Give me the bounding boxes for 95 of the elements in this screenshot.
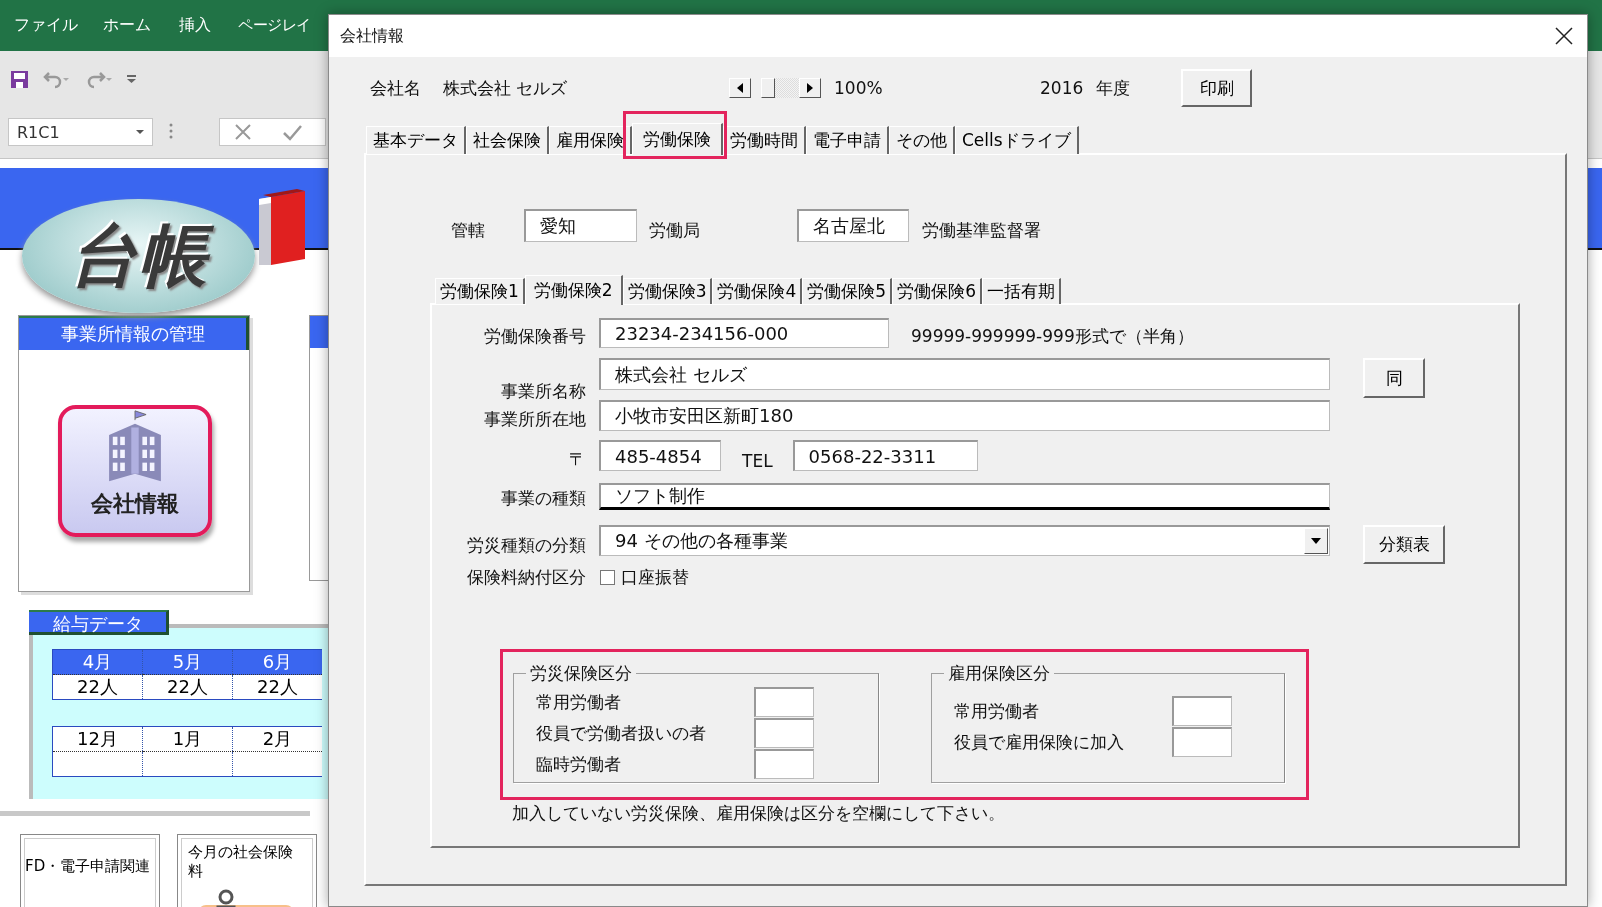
- field-label: 会社名: [370, 76, 422, 100]
- field-label: 事業所所在地: [483, 408, 587, 431]
- field-label: 労働保険番号: [483, 325, 587, 348]
- input-field[interactable]: 愛知: [524, 209, 637, 242]
- input-field[interactable]: [754, 718, 814, 748]
- input-field[interactable]: [754, 687, 814, 717]
- combo-box[interactable]: 94 その他の各種事業: [599, 525, 1330, 556]
- count-cell: 22人: [52, 674, 143, 700]
- field-label: 労災種類の分類: [466, 534, 587, 557]
- input-field[interactable]: 0568-22-3311: [792, 440, 978, 471]
- input-field[interactable]: [1172, 727, 1232, 757]
- panel-title: 事業所情報の管理: [19, 316, 249, 350]
- save-icon: [10, 69, 29, 89]
- dialog-title: 会社情報: [340, 25, 404, 47]
- card-label: 今月の社会保険料: [188, 843, 294, 881]
- checkbox[interactable]: [600, 570, 615, 585]
- field-label: 保険料納付区分: [466, 566, 587, 589]
- tab[interactable]: 労働保険4: [712, 278, 803, 304]
- field-label: 常用労働者: [536, 690, 622, 714]
- menu-tab[interactable]: ファイル: [14, 15, 103, 36]
- field-label: 事業所名称: [500, 380, 587, 403]
- input-field[interactable]: 23234-234156-000: [599, 318, 889, 348]
- month-cell: 6月: [232, 649, 322, 675]
- tab[interactable]: 基本データ: [366, 126, 466, 154]
- cancel-icon: [234, 123, 252, 141]
- input-field[interactable]: [754, 749, 814, 779]
- group-title: 雇用保険区分: [947, 662, 1051, 685]
- month-cell: 12月: [52, 726, 143, 752]
- input-field[interactable]: 株式会社 セルズ: [599, 358, 1330, 390]
- month-cell: 2月: [232, 726, 322, 752]
- field-label: 常用労働者: [954, 699, 1040, 723]
- field-label: TEL: [742, 451, 773, 471]
- undo-icon: [43, 69, 70, 89]
- tab[interactable]: その他: [889, 126, 955, 154]
- print-button[interactable]: 印刷: [1181, 69, 1252, 107]
- field-label: 臨時労働者: [536, 752, 622, 776]
- caret-icon: [1311, 538, 1321, 544]
- grip-icon: [169, 123, 173, 139]
- checkbox-label: 口座振替: [621, 566, 689, 589]
- same-button[interactable]: 同: [1363, 358, 1425, 398]
- formula-bar[interactable]: [219, 118, 326, 146]
- scroll-thumb[interactable]: [761, 78, 775, 98]
- customize-icon: [126, 74, 137, 84]
- menu-card[interactable]: FD・電子申請関連: [20, 834, 160, 907]
- section-title: 給与データ: [29, 610, 169, 635]
- count-cell: 22人: [232, 674, 322, 700]
- year-value: 2016: [1040, 78, 1085, 98]
- tab[interactable]: 労働保険6: [892, 278, 982, 304]
- menu-tab[interactable]: ページレイ: [238, 16, 311, 35]
- field-label: 労働局: [649, 219, 701, 242]
- input-field[interactable]: 名古屋北: [797, 209, 909, 242]
- check-icon: [282, 123, 302, 141]
- input-field[interactable]: 485-4854: [599, 440, 721, 471]
- field-label: 〒: [568, 448, 587, 471]
- company-info-button[interactable]: 会社情報: [58, 405, 212, 537]
- count-cell: 22人: [142, 674, 233, 700]
- company-name: 株式会社 セルズ: [443, 76, 569, 100]
- group-title: 労災保険区分: [529, 662, 633, 685]
- tab[interactable]: 電子申請: [806, 126, 889, 154]
- tab[interactable]: 労働保険1: [435, 278, 525, 304]
- caret-icon: [136, 130, 144, 134]
- scroll-left-button[interactable]: [729, 78, 751, 98]
- input-field[interactable]: 小牧市安田区新町180: [599, 400, 1330, 431]
- tab[interactable]: 労働時間: [723, 126, 806, 154]
- field-label: 管轄: [451, 219, 486, 242]
- field-label: 年度: [1096, 76, 1131, 100]
- month-cell: 1月: [142, 726, 233, 752]
- classification-button[interactable]: 分類表: [1363, 525, 1445, 564]
- format-hint: 99999-999999-999形式で（半角）: [911, 325, 1194, 348]
- month-cell: 4月: [52, 649, 143, 675]
- tab[interactable]: 労働保険2: [524, 275, 623, 305]
- zoom-value: 100%: [834, 78, 884, 98]
- menu-tab[interactable]: ホーム: [103, 15, 179, 36]
- tab[interactable]: 労働保険5: [802, 278, 893, 304]
- field-label: 事業の種類: [500, 487, 587, 510]
- menu-tab[interactable]: 挿入: [179, 15, 238, 36]
- tab[interactable]: 社会保険: [466, 126, 549, 154]
- month-cell: 5月: [142, 649, 233, 675]
- book-icon: [257, 189, 307, 267]
- name-box[interactable]: R1C1: [8, 118, 153, 146]
- menu-card[interactable]: 今月の社会保険料: [177, 834, 317, 907]
- field-label: 役員で労働者扱いの者: [536, 721, 707, 745]
- field-label: 労働基準監督署: [922, 219, 1042, 242]
- note-text: 加入していない労災保険、雇用保険は区分を空欄にして下さい。: [512, 802, 1006, 825]
- tab[interactable]: 労働保険: [632, 123, 723, 155]
- close-icon: [1555, 27, 1573, 45]
- scroll-right-button[interactable]: [799, 78, 821, 98]
- tab[interactable]: Cellsドライブ: [955, 126, 1079, 154]
- tab[interactable]: 雇用保険: [549, 126, 632, 154]
- tab[interactable]: 労働保険3: [622, 278, 713, 304]
- tab[interactable]: 一括有期: [981, 278, 1061, 304]
- input-field[interactable]: [1172, 696, 1232, 726]
- field-label: 役員で雇用保険に加入: [954, 730, 1125, 754]
- input-field[interactable]: ソフト制作: [599, 483, 1330, 510]
- dropdown-button[interactable]: [1304, 528, 1328, 554]
